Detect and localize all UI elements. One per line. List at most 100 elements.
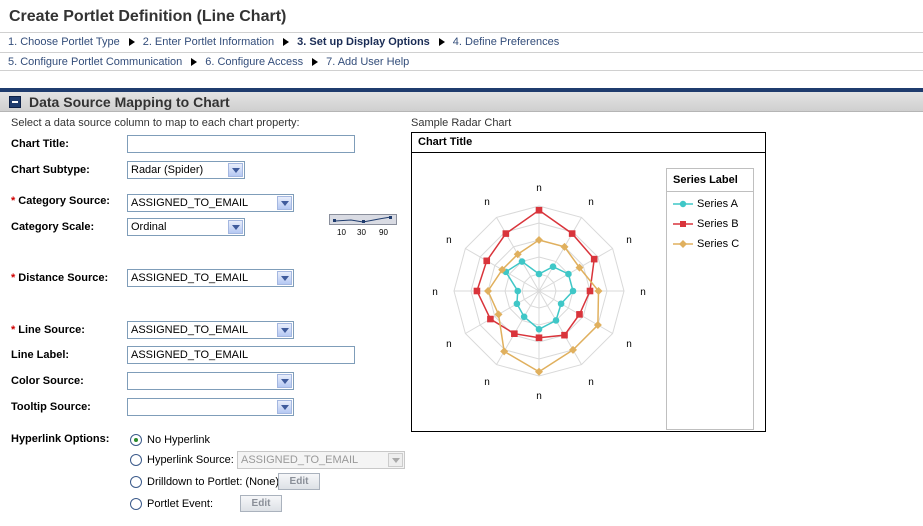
line-source-select[interactable]: ASSIGNED_TO_EMAIL (127, 321, 294, 339)
collapse-icon[interactable] (9, 95, 21, 108)
line-source-value: ASSIGNED_TO_EMAIL (131, 324, 249, 336)
chevron-down-icon (228, 220, 243, 234)
page-title: Create Portlet Definition (Line Chart) (9, 8, 287, 25)
section-title: Data Source Mapping to Chart (29, 93, 230, 110)
portlet-event-edit-button[interactable]: Edit (240, 495, 282, 512)
hyperlink-source-value: ASSIGNED_TO_EMAIL (241, 454, 359, 466)
legend-item-series-b: Series B (673, 218, 739, 230)
section-header: Data Source Mapping to Chart (0, 92, 923, 112)
step-arrow-icon (128, 38, 135, 46)
category-scale-select[interactable]: Ordinal (127, 218, 245, 236)
category-source-value: ASSIGNED_TO_EMAIL (131, 197, 249, 209)
hyperlink-options-label: Hyperlink Options: (11, 433, 110, 445)
radio-no-hyperlink[interactable]: No Hyperlink (130, 434, 210, 446)
radio-drilldown[interactable]: Drilldown to Portlet: (None) (130, 476, 279, 488)
data-point (535, 325, 543, 333)
category-scale-value: Ordinal (131, 221, 167, 233)
radio-hyperlink-source[interactable]: Hyperlink Source: (130, 454, 234, 466)
drilldown-edit-button[interactable]: Edit (278, 473, 320, 490)
chart-title-input[interactable] (127, 135, 355, 153)
hyperlink-source-label: Hyperlink Source: (147, 454, 234, 466)
step-define-preferences[interactable]: 4. Define Preferences (453, 36, 559, 48)
wizard-steps-row-1: 1. Choose Portlet Type 2. Enter Portlet … (0, 32, 923, 51)
data-point (568, 230, 576, 237)
radar-axis-label: n (626, 235, 632, 246)
chart-subtype-select[interactable]: Radar (Spider) (127, 161, 245, 179)
data-point (576, 311, 583, 318)
data-point (514, 287, 522, 295)
category-source-select[interactable]: ASSIGNED_TO_EMAIL (127, 194, 294, 212)
step-configure-portlet-communication[interactable]: 5. Configure Portlet Communication (8, 56, 182, 68)
scale-tick-10: 10 (337, 228, 346, 237)
sample-chart-label: Sample Radar Chart (411, 117, 512, 129)
radar-axis-label: n (432, 287, 438, 298)
step-choose-portlet-type[interactable]: 1. Choose Portlet Type (8, 36, 120, 48)
data-point (518, 258, 526, 265)
chart-title-label: Chart Title: (11, 138, 69, 150)
sample-radar-chart: Chart Title n n n n n n n n n n n n Series Label Se… (411, 132, 766, 432)
radar-axis-label: n (446, 235, 452, 246)
legend-item-series-a: Series A (673, 198, 738, 210)
radar-axis-label: n (640, 287, 646, 298)
radar-axis-label: n (484, 377, 490, 388)
radio-button[interactable] (130, 454, 142, 466)
data-point (590, 255, 598, 263)
series-b-swatch-icon (673, 221, 693, 227)
chevron-down-icon (388, 453, 403, 467)
required-marker: * (11, 195, 16, 207)
data-point (565, 270, 572, 278)
series-line-2 (476, 209, 595, 339)
data-point (487, 315, 494, 323)
chart-legend: Series Label Series A Series B Series C (666, 168, 754, 430)
step-set-up-display-options[interactable]: 3. Set up Display Options (297, 36, 430, 48)
data-point (535, 367, 543, 376)
line-label-input[interactable]: ASSIGNED_TO_EMAIL (127, 346, 355, 364)
color-source-select[interactable] (127, 372, 294, 390)
tooltip-source-select[interactable] (127, 398, 294, 416)
scale-tick-90: 90 (379, 228, 388, 237)
data-point (535, 206, 543, 214)
data-point (500, 347, 509, 356)
drilldown-label: Drilldown to Portlet: (None) (147, 476, 280, 488)
step-arrow-icon (438, 38, 445, 46)
radio-button[interactable] (130, 498, 142, 510)
chevron-down-icon (277, 374, 292, 388)
chevron-down-icon (277, 400, 292, 414)
radar-axis-label: n (626, 339, 632, 350)
hyperlink-source-select: ASSIGNED_TO_EMAIL (237, 451, 405, 469)
chart-subtype-label: Chart Subtype: (11, 164, 90, 176)
no-hyperlink-label: No Hyperlink (147, 434, 210, 446)
legend-label: Series A (697, 198, 738, 210)
distance-source-label: * Distance Source: (11, 272, 109, 284)
radio-portlet-event[interactable]: Portlet Event: (130, 498, 213, 510)
radar-axis-label: n (536, 183, 542, 194)
step-add-user-help[interactable]: 7. Add User Help (326, 56, 409, 68)
category-scale-preview-icon: 10 30 90 (329, 214, 397, 237)
data-point (535, 334, 543, 342)
scale-tick-30: 30 (357, 228, 366, 237)
data-point (535, 236, 543, 244)
tooltip-source-label: Tooltip Source: (11, 401, 91, 413)
radar-axis-label: n (484, 197, 490, 208)
category-source-label: * Category Source: (11, 195, 110, 207)
radar-axis-label: n (536, 391, 542, 402)
chart-subtype-value: Radar (Spider) (131, 164, 204, 176)
step-enter-portlet-information[interactable]: 2. Enter Portlet Information (143, 36, 274, 48)
series-a-swatch-icon (673, 200, 693, 208)
chevron-down-icon (277, 196, 292, 210)
step-configure-access[interactable]: 6. Configure Access (205, 56, 303, 68)
radio-button-checked[interactable] (130, 434, 142, 446)
data-point (549, 263, 557, 271)
data-point (502, 230, 510, 237)
data-point (511, 330, 518, 337)
legend-item-series-c: Series C (673, 238, 739, 250)
color-source-label: Color Source: (11, 375, 84, 387)
distance-source-select[interactable]: ASSIGNED_TO_EMAIL (127, 269, 294, 287)
required-marker: * (11, 324, 16, 336)
radio-button[interactable] (130, 476, 142, 488)
data-point (484, 287, 492, 295)
data-point (483, 257, 491, 265)
chevron-down-icon (277, 323, 292, 337)
data-point (535, 270, 543, 278)
required-marker: * (11, 272, 16, 284)
